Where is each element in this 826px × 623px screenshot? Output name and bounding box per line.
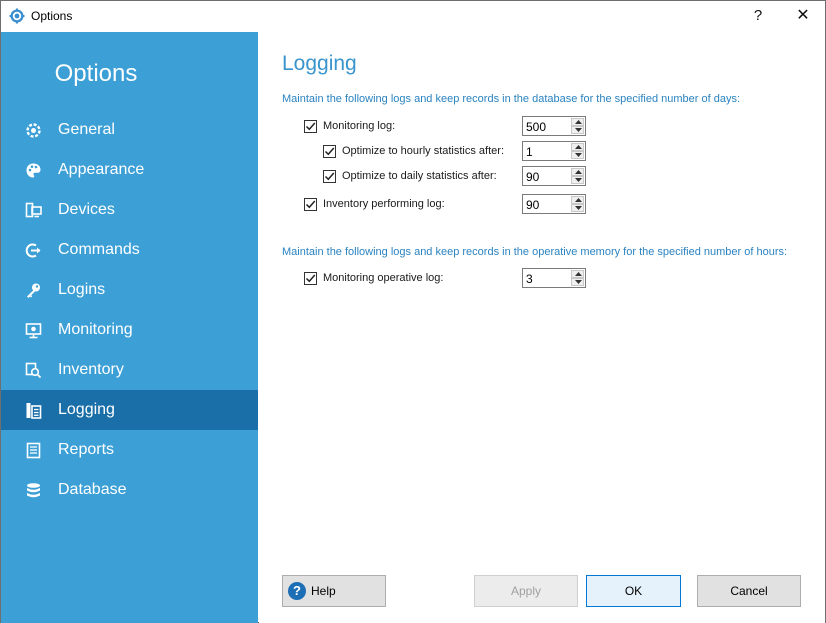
sidebar-item-commands[interactable]: Commands	[1, 230, 258, 270]
ok-button[interactable]: OK	[586, 575, 681, 607]
monitor-icon	[25, 322, 42, 339]
sidebar-item-monitoring[interactable]: Monitoring	[1, 310, 258, 350]
database-section-description: Maintain the following logs and keep rec…	[282, 93, 740, 105]
sidebar-item-appearance[interactable]: Appearance	[1, 150, 258, 190]
report-icon	[25, 442, 42, 459]
operative-log-label: Monitoring operative log:	[323, 272, 444, 284]
logging-panel: Logging Maintain the following logs and …	[259, 32, 825, 623]
spinner-up-arrow-icon[interactable]	[571, 118, 584, 126]
memory-section-description: Maintain the following logs and keep rec…	[282, 246, 788, 258]
sidebar-item-database[interactable]: Database	[1, 470, 258, 510]
cancel-button[interactable]: Cancel	[697, 575, 801, 607]
gear-icon	[25, 122, 42, 139]
app-gear-icon	[9, 8, 25, 24]
optimize-daily-spinner[interactable]: 90	[522, 166, 586, 186]
monitoring-log-days-spinner[interactable]: 500	[522, 116, 586, 136]
inventory-log-checkbox[interactable]	[304, 198, 317, 211]
optimize-daily-checkbox[interactable]	[323, 170, 336, 183]
monitoring-log-checkbox[interactable]	[304, 120, 317, 133]
key-icon	[25, 282, 42, 299]
optimize-hourly-spinner[interactable]: 1	[522, 141, 586, 161]
spinner-value: 3	[526, 272, 533, 286]
optimize-hourly-checkbox[interactable]	[323, 145, 336, 158]
spinner-arrows	[571, 168, 584, 184]
sidebar-item-logging[interactable]: Logging	[1, 390, 258, 430]
question-icon: ?	[288, 582, 306, 600]
sidebar-item-label: Commands	[58, 241, 140, 258]
sidebar-item-label: Monitoring	[58, 321, 133, 338]
sidebar-item-logins[interactable]: Logins	[1, 270, 258, 310]
spinner-value: 90	[526, 170, 540, 184]
sidebar-item-label: Database	[58, 481, 127, 498]
options-window: Options ? ✕ Options General Appearance D…	[0, 0, 826, 623]
sidebar-item-label: Inventory	[58, 361, 124, 378]
help-button-label: Help	[311, 584, 336, 598]
window-title: Options	[31, 9, 73, 23]
palette-icon	[25, 162, 42, 179]
sidebar-item-devices[interactable]: Devices	[1, 190, 258, 230]
page-title: Logging	[282, 52, 357, 75]
spinner-value: 1	[526, 145, 533, 159]
inventory-log-label: Inventory performing log:	[323, 198, 445, 210]
spinner-down-arrow-icon[interactable]	[571, 151, 584, 159]
operative-log-checkbox[interactable]	[304, 272, 317, 285]
spinner-down-arrow-icon[interactable]	[571, 204, 584, 212]
sidebar-item-reports[interactable]: Reports	[1, 430, 258, 470]
spinner-up-arrow-icon[interactable]	[571, 196, 584, 204]
inventory-search-icon	[25, 362, 42, 379]
devices-icon	[25, 202, 42, 219]
sidebar-item-label: Appearance	[58, 161, 145, 178]
spinner-value: 90	[526, 198, 540, 212]
sidebar-item-label: Logging	[58, 401, 115, 418]
title-help-button[interactable]: ?	[741, 3, 775, 29]
sidebar: Options General Appearance Devices Comma…	[1, 32, 258, 623]
apply-button[interactable]: Apply	[474, 575, 578, 607]
log-book-icon	[25, 402, 42, 419]
spinner-arrows	[571, 118, 584, 134]
monitoring-log-label: Monitoring log:	[323, 120, 396, 132]
sidebar-title: Options	[54, 60, 138, 87]
sidebar-item-label: General	[58, 121, 115, 138]
spinner-value: 500	[526, 120, 547, 134]
sidebar-item-label: Logins	[58, 281, 106, 298]
sidebar-nav: General Appearance Devices Commands Logi…	[1, 110, 258, 510]
help-button[interactable]: ? Help	[282, 575, 386, 607]
sidebar-item-label: Devices	[58, 201, 115, 218]
database-icon	[25, 482, 42, 499]
spinner-arrows	[571, 143, 584, 159]
spinner-down-arrow-icon[interactable]	[571, 278, 584, 286]
optimize-daily-label: Optimize to daily statistics after:	[342, 170, 497, 182]
spinner-down-arrow-icon[interactable]	[571, 126, 584, 134]
sidebar-item-general[interactable]: General	[1, 110, 258, 150]
command-arrow-icon	[25, 242, 42, 259]
spinner-up-arrow-icon[interactable]	[571, 143, 584, 151]
sidebar-item-label: Reports	[58, 441, 115, 458]
spinner-arrows	[571, 196, 584, 212]
close-button[interactable]: ✕	[785, 3, 821, 29]
sidebar-item-inventory[interactable]: Inventory	[1, 350, 258, 390]
spinner-arrows	[571, 270, 584, 286]
inventory-log-spinner[interactable]: 90	[522, 194, 586, 214]
spinner-up-arrow-icon[interactable]	[571, 270, 584, 278]
operative-log-hours-spinner[interactable]: 3	[522, 268, 586, 288]
title-bar: Options ? ✕	[1, 1, 825, 32]
spinner-down-arrow-icon[interactable]	[571, 176, 584, 184]
optimize-hourly-label: Optimize to hourly statistics after:	[342, 145, 504, 157]
spinner-up-arrow-icon[interactable]	[571, 168, 584, 176]
